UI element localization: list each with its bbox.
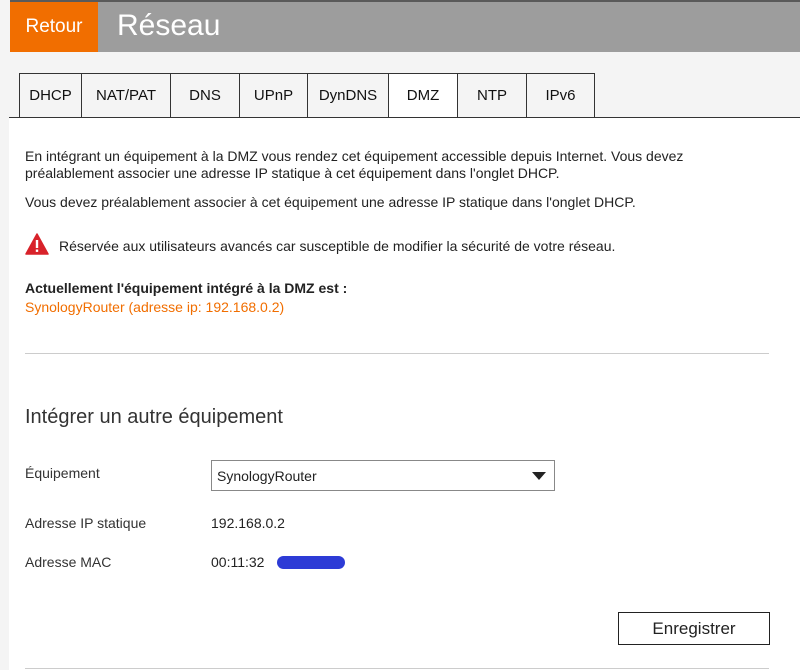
back-button[interactable]: Retour (10, 2, 98, 52)
current-dmz-label: Actuellement l'équipement intégré à la D… (25, 280, 348, 296)
chevron-down-icon (532, 472, 546, 480)
section-title: Intégrer un autre équipement (25, 406, 283, 428)
tab-upnp[interactable]: UPnP (239, 73, 307, 118)
dmz-intro-text: En intégrant un équipement à la DMZ vous… (25, 148, 684, 181)
device-select-value: SynologyRouter (217, 468, 317, 484)
redaction-mark (277, 556, 345, 569)
mac-label: Adresse MAC (25, 554, 112, 570)
save-button[interactable]: Enregistrer (618, 612, 770, 645)
divider (25, 353, 769, 354)
ip-value: 192.168.0.2 (211, 515, 285, 531)
tab-dmz[interactable]: DMZ (388, 73, 457, 118)
dmz-note-text: Vous devez préalablement associer à cet … (25, 194, 636, 210)
mac-value: 00:11:32 (211, 554, 265, 570)
tab-dns[interactable]: DNS (170, 73, 239, 118)
tab-bar: DHCP NAT/PAT DNS UPnP DynDNS DMZ NTP IPv… (19, 73, 595, 118)
divider (25, 668, 769, 669)
tab-dyndns[interactable]: DynDNS (307, 73, 388, 118)
device-label: Équipement (25, 465, 100, 481)
tab-ipv6[interactable]: IPv6 (526, 73, 595, 118)
warning-triangle-icon (25, 233, 49, 255)
tab-nat-pat[interactable]: NAT/PAT (81, 73, 170, 118)
current-dmz-device: SynologyRouter (adresse ip: 192.168.0.2) (25, 299, 285, 315)
page-title: Réseau (117, 9, 221, 42)
warning-text: Réservée aux utilisateurs avancés car su… (59, 238, 616, 254)
dmz-panel: En intégrant un équipement à la DMZ vous… (9, 117, 800, 670)
tab-ntp[interactable]: NTP (457, 73, 526, 118)
tab-dhcp[interactable]: DHCP (19, 73, 81, 118)
device-select[interactable]: SynologyRouter (211, 460, 555, 491)
ip-label: Adresse IP statique (25, 515, 147, 531)
